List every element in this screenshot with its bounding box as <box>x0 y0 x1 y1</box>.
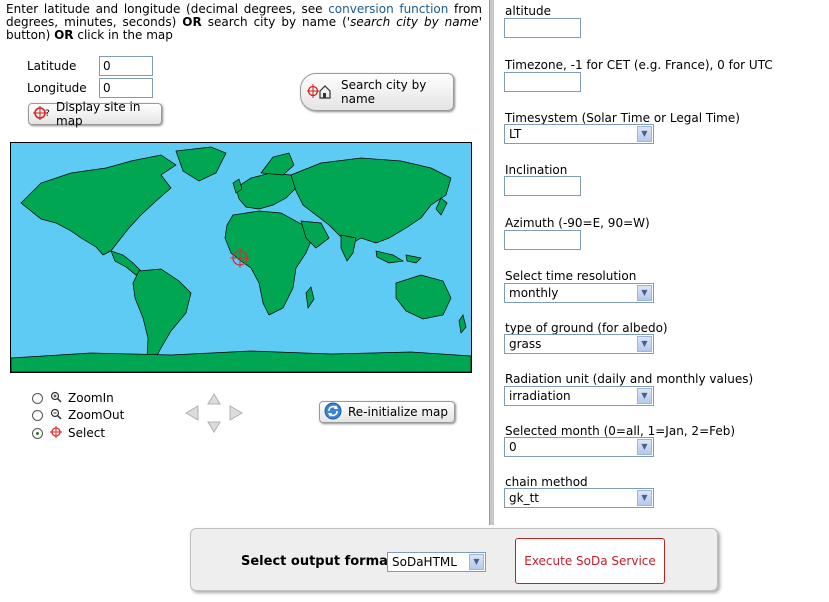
chevron-down-icon[interactable]: ▼ <box>637 490 652 506</box>
radiation-unit-select[interactable]: irradiation ▼ <box>504 386 654 406</box>
panel-divider <box>489 0 494 525</box>
refresh-icon <box>324 402 344 423</box>
chevron-down-icon[interactable]: ▼ <box>469 554 484 570</box>
time-resolution-label: Select time resolution <box>505 269 637 283</box>
radiation-unit-label: Radiation unit (daily and monthly values… <box>505 372 754 386</box>
zoom-in-icon <box>49 391 63 406</box>
zoom-out-icon <box>49 408 63 423</box>
world-map-drawing <box>11 146 471 372</box>
inclination-label: Inclination <box>505 163 568 177</box>
chain-method-select[interactable]: gk_tt ▼ <box>504 488 654 508</box>
azimuth-input[interactable] <box>504 230 581 250</box>
time-resolution-select[interactable]: monthly ▼ <box>504 283 654 303</box>
output-panel: Select output format : SoDaHTML ▼ Execut… <box>190 528 718 591</box>
timesystem-label: Timesystem (Solar Time or Legal Time) <box>505 111 740 125</box>
zoom-out-option[interactable]: ZoomOut <box>32 407 124 423</box>
altitude-label: altitude <box>505 4 552 18</box>
help-target-icon: ? <box>33 105 53 124</box>
select-radio[interactable] <box>32 427 43 439</box>
chevron-down-icon[interactable]: ▼ <box>637 285 652 301</box>
pan-left-arrow-icon <box>185 405 199 421</box>
execute-soda-button[interactable]: Execute SoDa Service <box>515 538 665 584</box>
longitude-label: Longitude <box>27 81 87 95</box>
svg-text:?: ? <box>45 109 50 119</box>
latitude-input[interactable] <box>99 56 153 76</box>
timesystem-select[interactable]: LT ▼ <box>504 124 654 144</box>
timezone-input[interactable] <box>504 72 581 92</box>
search-city-button[interactable]: Search city by name <box>300 73 454 111</box>
azimuth-label: Azimuth (-90=E, 90=W) <box>505 216 650 230</box>
crosshair-icon <box>49 425 63 441</box>
chevron-down-icon[interactable]: ▼ <box>637 388 652 404</box>
latitude-label: Latitude <box>27 59 77 73</box>
ground-type-label: type of ground (for albedo) <box>505 321 668 335</box>
altitude-input[interactable] <box>504 18 581 38</box>
chevron-down-icon[interactable]: ▼ <box>637 126 652 142</box>
chevron-down-icon[interactable]: ▼ <box>637 439 652 455</box>
conversion-function-link[interactable]: conversion function <box>328 2 448 16</box>
zoom-in-option[interactable]: ZoomIn <box>32 390 114 406</box>
pan-up-arrow-icon <box>207 393 221 405</box>
chevron-down-icon[interactable]: ▼ <box>637 336 652 352</box>
pan-down-arrow-icon <box>207 421 221 433</box>
inclination-input[interactable] <box>504 176 581 196</box>
zoom-in-radio[interactable] <box>32 392 43 404</box>
city-search-icon <box>307 81 335 104</box>
output-format-label: Select output format : <box>241 554 404 569</box>
reinit-map-button[interactable]: Re-initialize map <box>319 401 455 423</box>
world-map[interactable] <box>10 142 472 373</box>
pan-right-arrow-icon <box>229 405 243 421</box>
select-option[interactable]: Select <box>32 425 105 441</box>
zoom-out-radio[interactable] <box>32 409 43 421</box>
longitude-input[interactable] <box>99 78 153 98</box>
month-select[interactable]: 0 ▼ <box>504 437 654 457</box>
ground-type-select[interactable]: grass ▼ <box>504 334 654 354</box>
timezone-label: Timezone, -1 for CET (e.g. France), 0 fo… <box>505 58 773 72</box>
display-site-button[interactable]: ? Display site in map <box>28 100 162 128</box>
month-label: Selected month (0=all, 1=Jan, 2=Feb) <box>505 424 736 438</box>
chain-method-label: chain method <box>505 475 588 489</box>
intro-text: Enter latitude and longitude (decimal de… <box>6 2 483 42</box>
pan-arrows[interactable] <box>184 392 244 437</box>
output-format-select[interactable]: SoDaHTML ▼ <box>387 552 486 572</box>
